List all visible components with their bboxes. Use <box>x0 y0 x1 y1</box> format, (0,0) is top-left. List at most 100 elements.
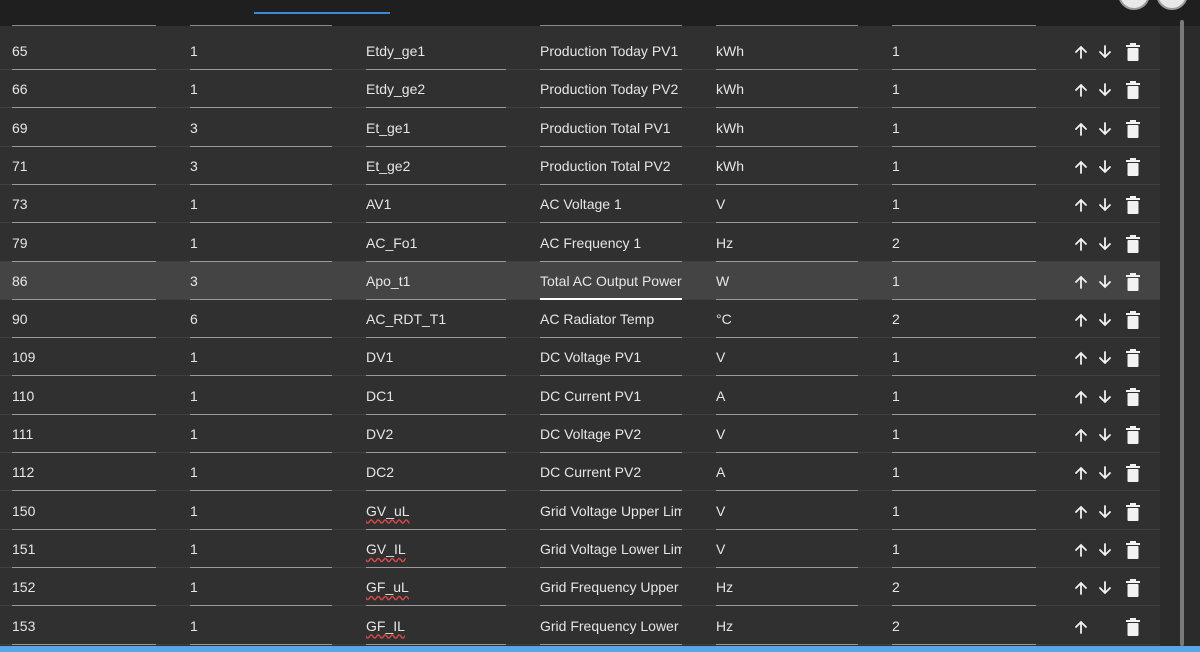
move-up-button[interactable] <box>1070 424 1092 446</box>
address-field[interactable]: 150 <box>12 492 156 530</box>
address-field[interactable]: 110 <box>12 377 156 415</box>
length-field[interactable]: 1 <box>190 224 332 262</box>
factor-field[interactable]: 1 <box>892 338 1036 377</box>
name-field[interactable]: Apo_t1 <box>366 262 506 300</box>
description-field[interactable]: AC Voltage 1 <box>540 185 682 224</box>
length-field[interactable]: 1 <box>190 32 332 70</box>
name-field[interactable]: Et_ge1 <box>366 109 506 147</box>
delete-button[interactable] <box>1122 156 1144 178</box>
delete-button[interactable] <box>1122 577 1144 599</box>
vertical-scrollbar[interactable] <box>1180 20 1184 646</box>
factor-field[interactable]: 1 <box>892 377 1036 415</box>
description-field[interactable]: DC Current PV1 <box>540 377 682 415</box>
delete-button[interactable] <box>1122 118 1144 140</box>
move-down-button[interactable] <box>1094 462 1116 484</box>
length-field[interactable]: 3 <box>190 109 332 147</box>
description-field[interactable]: AC Radiator Temp <box>540 300 682 339</box>
address-field[interactable]: 69 <box>12 109 156 147</box>
name-field[interactable]: GF_IL <box>366 607 506 645</box>
name-field[interactable]: AV1 <box>366 185 506 224</box>
description-field[interactable]: Production Total PV2 <box>540 147 682 185</box>
move-down-button[interactable] <box>1094 233 1116 255</box>
address-field[interactable]: 73 <box>12 185 156 224</box>
corner-action-button[interactable] <box>1118 0 1150 10</box>
delete-button[interactable] <box>1122 462 1144 484</box>
length-field[interactable]: 1 <box>190 70 332 109</box>
address-field[interactable]: 79 <box>12 224 156 262</box>
factor-field[interactable]: 1 <box>892 109 1036 147</box>
name-field[interactable]: AC_Fo1 <box>366 224 506 262</box>
length-field[interactable]: 1 <box>190 453 332 492</box>
length-field[interactable]: 3 <box>190 147 332 185</box>
delete-button[interactable] <box>1122 616 1144 638</box>
address-field[interactable]: 86 <box>12 262 156 300</box>
description-field[interactable]: Grid Frequency Lower <box>540 607 682 645</box>
name-field[interactable]: DV2 <box>366 415 506 453</box>
move-down-button[interactable] <box>1094 194 1116 216</box>
move-down-button[interactable] <box>1094 501 1116 523</box>
length-field[interactable]: 6 <box>190 300 332 339</box>
address-field[interactable]: 112 <box>12 453 156 492</box>
factor-field[interactable]: 2 <box>892 568 1036 607</box>
move-up-button[interactable] <box>1070 386 1092 408</box>
address-field[interactable]: 111 <box>12 415 156 453</box>
unit-field[interactable]: V <box>716 185 858 224</box>
move-up-button[interactable] <box>1070 79 1092 101</box>
move-up-button[interactable] <box>1070 194 1092 216</box>
description-field[interactable]: DC Current PV2 <box>540 453 682 492</box>
move-up-button[interactable] <box>1070 156 1092 178</box>
move-up-button[interactable] <box>1070 41 1092 63</box>
address-field[interactable]: 71 <box>12 147 156 185</box>
move-down-button[interactable] <box>1094 347 1116 369</box>
length-field[interactable]: 1 <box>190 338 332 377</box>
unit-field[interactable]: kWh <box>716 109 858 147</box>
unit-field[interactable]: V <box>716 530 858 568</box>
move-down-button[interactable] <box>1094 577 1116 599</box>
factor-field[interactable]: 1 <box>892 415 1036 453</box>
name-field[interactable]: Etdy_ge1 <box>366 32 506 70</box>
factor-field[interactable]: 1 <box>892 492 1036 530</box>
name-field[interactable]: Et_ge2 <box>366 147 506 185</box>
move-down-button[interactable] <box>1094 271 1116 293</box>
name-field[interactable]: Etdy_ge2 <box>366 70 506 109</box>
length-field[interactable]: 1 <box>190 530 332 568</box>
description-field[interactable]: Grid Voltage Upper Lim <box>540 492 682 530</box>
move-up-button[interactable] <box>1070 462 1092 484</box>
description-field[interactable]: Grid Frequency Upper <box>540 568 682 607</box>
move-up-button[interactable] <box>1070 118 1092 140</box>
move-up-button[interactable] <box>1070 539 1092 561</box>
move-up-button[interactable] <box>1070 347 1092 369</box>
move-up-button[interactable] <box>1070 271 1092 293</box>
name-field[interactable]: AC_RDT_T1 <box>366 300 506 339</box>
delete-button[interactable] <box>1122 424 1144 446</box>
unit-field[interactable]: V <box>716 338 858 377</box>
unit-field[interactable]: °C <box>716 300 858 339</box>
unit-field[interactable]: Hz <box>716 607 858 645</box>
unit-field[interactable]: V <box>716 492 858 530</box>
length-field[interactable]: 3 <box>190 262 332 300</box>
description-field[interactable]: DC Voltage PV1 <box>540 338 682 377</box>
factor-field[interactable]: 2 <box>892 607 1036 645</box>
address-field[interactable]: 151 <box>12 530 156 568</box>
name-field[interactable]: DV1 <box>366 338 506 377</box>
address-field[interactable]: 152 <box>12 568 156 607</box>
unit-field[interactable]: A <box>716 377 858 415</box>
delete-button[interactable] <box>1122 233 1144 255</box>
unit-field[interactable]: V <box>716 415 858 453</box>
length-field[interactable]: 1 <box>190 415 332 453</box>
name-field[interactable]: GF_uL <box>366 568 506 607</box>
delete-button[interactable] <box>1122 309 1144 331</box>
move-up-button[interactable] <box>1070 616 1092 638</box>
move-down-button[interactable] <box>1094 386 1116 408</box>
delete-button[interactable] <box>1122 41 1144 63</box>
address-field[interactable]: 65 <box>12 32 156 70</box>
address-field[interactable]: 109 <box>12 338 156 377</box>
unit-field[interactable]: kWh <box>716 32 858 70</box>
description-field[interactable]: Production Today PV2 <box>540 70 682 109</box>
move-down-button[interactable] <box>1094 156 1116 178</box>
description-field[interactable]: Total AC Output Power <box>540 262 682 300</box>
description-field[interactable]: Grid Voltage Lower Lim <box>540 530 682 568</box>
length-field[interactable]: 1 <box>190 377 332 415</box>
move-down-button[interactable] <box>1094 79 1116 101</box>
description-field[interactable]: Production Today PV1 <box>540 32 682 70</box>
